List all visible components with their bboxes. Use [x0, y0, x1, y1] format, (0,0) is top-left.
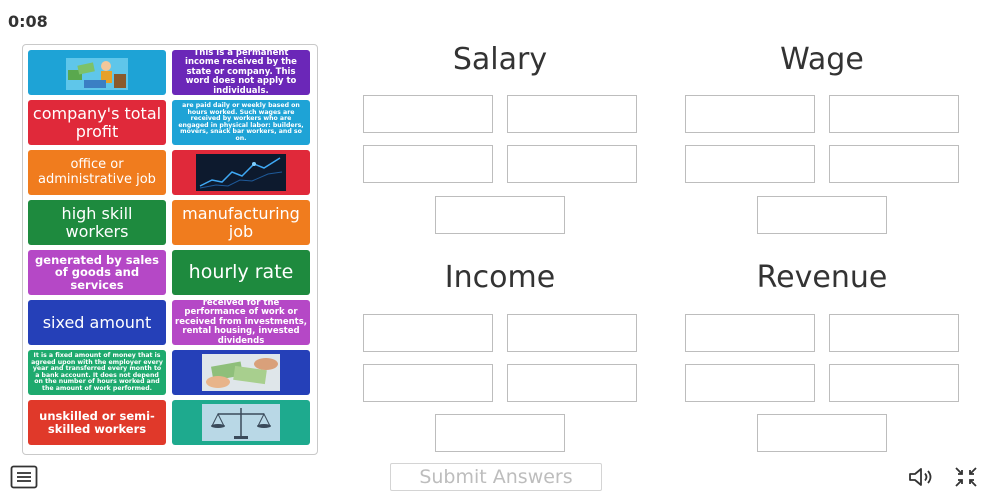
- drop-slot-wage[interactable]: [829, 145, 959, 183]
- drop-slot-wage[interactable]: [685, 145, 815, 183]
- tile-balance-scale[interactable]: [172, 400, 310, 445]
- tile-salary-definition[interactable]: It is a fixed amount of money that is ag…: [28, 350, 166, 395]
- tile-person-money[interactable]: [28, 50, 166, 95]
- menu-button[interactable]: [10, 465, 38, 489]
- drop-slot-salary[interactable]: [435, 196, 565, 234]
- drop-slot-revenue[interactable]: [829, 364, 959, 402]
- drop-slot-income[interactable]: [507, 314, 637, 352]
- exit-fullscreen-icon: [955, 467, 977, 487]
- menu-icon: [10, 465, 38, 489]
- drop-slot-salary[interactable]: [507, 95, 637, 133]
- stock-chart-image: [196, 154, 286, 191]
- category-title-salary: Salary: [452, 42, 548, 77]
- category-title-revenue: Revenue: [756, 260, 888, 295]
- drop-slot-salary[interactable]: [363, 95, 493, 133]
- tile-office-job[interactable]: office or administrative job: [28, 150, 166, 195]
- tile-wage-definition[interactable]: are paid daily or weekly based on hours …: [172, 100, 310, 145]
- drop-slot-revenue[interactable]: [757, 414, 887, 452]
- sound-button[interactable]: [908, 466, 936, 488]
- drop-slot-wage[interactable]: [757, 196, 887, 234]
- drop-slot-income[interactable]: [363, 364, 493, 402]
- drop-slot-wage[interactable]: [829, 95, 959, 133]
- tile-panel: This is a permanent income received by t…: [22, 44, 318, 455]
- tile-unskilled-workers[interactable]: unskilled or semi-skilled workers: [28, 400, 166, 445]
- tile-sixed-amount[interactable]: sixed amount: [28, 300, 166, 345]
- tile-cash-handover[interactable]: [172, 350, 310, 395]
- drop-slot-income[interactable]: [363, 314, 493, 352]
- drop-slot-salary[interactable]: [507, 145, 637, 183]
- drop-slot-revenue[interactable]: [829, 314, 959, 352]
- drop-slot-salary[interactable]: [363, 145, 493, 183]
- tile-revenue-definition[interactable]: This is a permanent income received by t…: [172, 50, 310, 95]
- tile-high-skill-workers[interactable]: high skill workers: [28, 200, 166, 245]
- drop-slot-revenue[interactable]: [685, 314, 815, 352]
- tile-stock-chart[interactable]: [172, 150, 310, 195]
- drop-slot-income[interactable]: [507, 364, 637, 402]
- tile-generated-by-sales[interactable]: generated by sales of goods and services: [28, 250, 166, 295]
- balance-scale-image: [202, 404, 280, 441]
- category-title-wage: Wage: [780, 42, 864, 77]
- cash-handover-image: [202, 354, 280, 391]
- timer: 0:08: [8, 12, 48, 31]
- category-title-income: Income: [444, 260, 556, 295]
- drop-slot-wage[interactable]: [685, 95, 815, 133]
- tile-hourly-rate[interactable]: hourly rate: [172, 250, 310, 295]
- exit-fullscreen-button[interactable]: [953, 466, 979, 488]
- submit-answers-button[interactable]: Submit Answers: [390, 463, 602, 491]
- person-with-money-image: [66, 58, 128, 90]
- speaker-icon: [909, 468, 932, 486]
- tile-company-total-profit[interactable]: company's total profit: [28, 100, 166, 145]
- tile-income-definition[interactable]: received for the performance of work or …: [172, 300, 310, 345]
- drop-slot-income[interactable]: [435, 414, 565, 452]
- drop-slot-revenue[interactable]: [685, 364, 815, 402]
- tile-manufacturing-job[interactable]: manufacturing job: [172, 200, 310, 245]
